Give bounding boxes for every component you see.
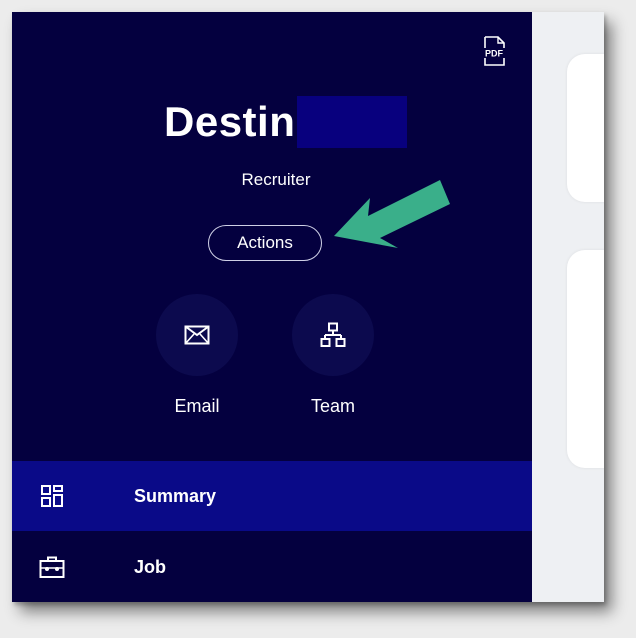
email-label: Email <box>174 396 220 416</box>
annotation-arrow-icon <box>334 180 450 248</box>
briefcase-icon <box>38 553 66 581</box>
email-quick-action[interactable]: Email <box>154 294 240 417</box>
team-button[interactable] <box>292 294 374 376</box>
nav-item-job[interactable]: Job <box>12 532 532 602</box>
pdf-export-icon[interactable]: PDF <box>481 36 507 66</box>
content-card <box>567 250 604 468</box>
content-card <box>567 54 604 202</box>
team-quick-action[interactable]: Team <box>290 294 376 417</box>
redacted-surname <box>297 96 408 148</box>
grid-icon <box>38 482 66 510</box>
profile-name: Destin <box>164 98 296 145</box>
envelope-icon <box>184 325 210 345</box>
app-window: PDF Destin Recruiter Actions Email Team … <box>12 12 604 602</box>
org-chart-icon <box>320 322 346 347</box>
nav-item-summary[interactable]: Summary <box>12 461 532 531</box>
pdf-icon-label: PDF <box>485 49 504 59</box>
nav-label-job: Job <box>134 556 167 577</box>
nav-label-summary: Summary <box>134 485 217 506</box>
email-button[interactable] <box>156 294 238 376</box>
team-label: Team <box>310 396 355 416</box>
actions-button[interactable]: Actions <box>208 225 322 261</box>
profile-header: Destin <box>164 96 408 148</box>
profile-sidebar: PDF Destin Recruiter Actions Email Team … <box>12 12 532 602</box>
